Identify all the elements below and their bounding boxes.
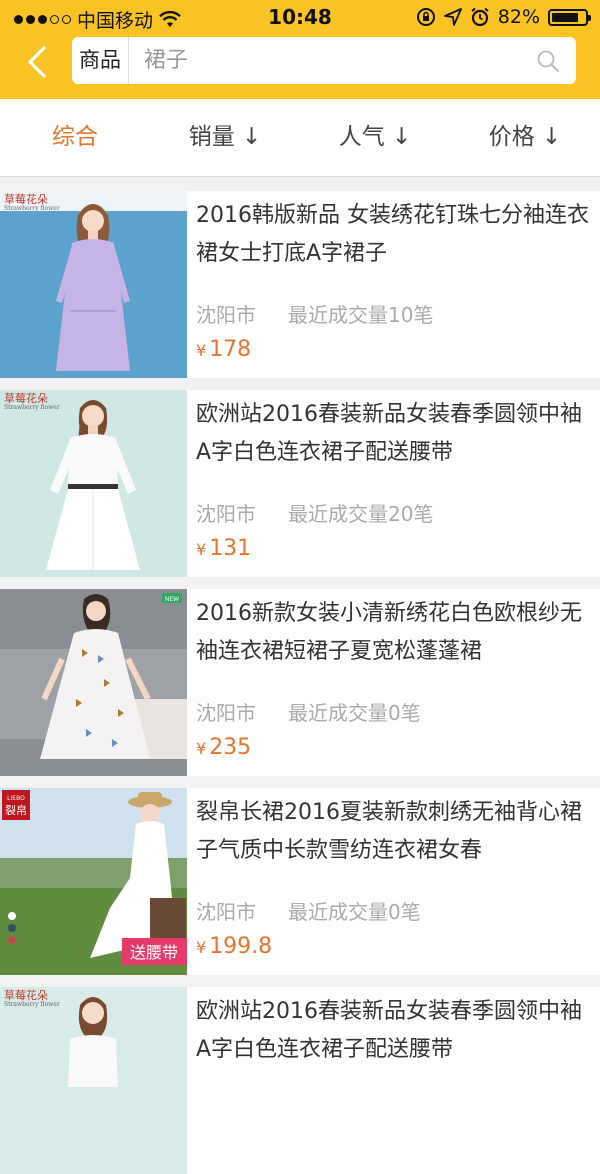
location-arrow-icon [443, 8, 462, 26]
product-sales: 最近成交量0笔 [288, 701, 421, 725]
product-title: 2016韩版新品 女装绣花钉珠七分袖连衣裙女士打底A字裙子 [196, 203, 589, 266]
product-price: ¥178 [196, 337, 252, 362]
product-item[interactable]: 草莓花朵 Strawberry flower 欧洲站2016春装新品女装春季圆领… [0, 390, 600, 577]
battery-icon [548, 8, 591, 26]
product-item[interactable]: 草莓花朵 Strawberry flower 欧洲站2016春装新品女装春季圆领… [0, 987, 600, 1174]
promo-badge: 送腰带 [130, 943, 178, 962]
search-input[interactable] [144, 45, 504, 75]
product-item[interactable]: NEW 2016新款女装小清新绣花白色欧根纱无袖连衣裙短裙子夏宽松蓬蓬裙 沈阳市… [0, 589, 600, 776]
product-title: 欧洲站2016春装新品女装春季圆领中袖A字白色连衣裙子配送腰带 [196, 402, 582, 465]
alarm-icon [471, 7, 489, 27]
sort-tab-default[interactable]: 综合 [0, 99, 150, 176]
product-image[interactable]: 草莓花朵 Strawberry flower [0, 987, 187, 1174]
top-bar: 中国移动 10:48 82% 商品 裙子 [0, 0, 600, 99]
brand-logo-sub: Strawberry flower [4, 1001, 60, 1008]
sort-tab-popularity[interactable]: 人气 ↓ [300, 99, 450, 176]
status-bar: 中国移动 10:48 82% [0, 0, 600, 34]
chevron-left-icon [28, 46, 46, 78]
product-price: ¥235 [196, 735, 252, 760]
product-location: 沈阳市 [196, 303, 256, 327]
rotation-lock-icon [416, 8, 435, 26]
product-item[interactable]: LIEBO 裂帛 送腰带 裂帛长裙2016夏装新款刺绣无袖背心裙子气质中长款雪纺… [0, 788, 600, 975]
brand-logo-sub: Strawberry flower [4, 404, 60, 411]
product-location: 沈阳市 [196, 502, 256, 526]
magnifier-icon[interactable] [536, 49, 560, 73]
product-title: 2016新款女装小清新绣花白色欧根纱无袖连衣裙短裙子夏宽松蓬蓬裙 [196, 601, 582, 664]
sort-bar: 综合 销量 ↓ 人气 ↓ 价格 ↓ [0, 99, 600, 177]
sort-tab-price[interactable]: 价格 ↓ [450, 99, 600, 176]
product-item[interactable]: 草莓花朵 Strawberry flower 2016韩版新品 女装绣花钉珠七分… [0, 191, 600, 378]
product-location: 沈阳市 [196, 900, 256, 924]
product-sales: 最近成交量10笔 [288, 303, 434, 327]
product-image[interactable]: 草莓花朵 Strawberry flower [0, 390, 187, 577]
product-image[interactable]: LIEBO 裂帛 送腰带 [0, 788, 187, 975]
brand-logo: 裂帛 [5, 803, 27, 817]
new-badge: NEW [165, 596, 179, 603]
product-image[interactable]: 草莓花朵 Strawberry flower [0, 191, 187, 378]
sort-tab-sales[interactable]: 销量 ↓ [150, 99, 300, 176]
product-price: ¥199.8 [196, 934, 273, 959]
brand-logo-sub: Strawberry flower [4, 205, 60, 212]
product-title: 欧洲站2016春装新品女装春季圆领中袖A字白色连衣裙子配送腰带 [196, 999, 582, 1062]
battery-percent: 82% [497, 6, 540, 28]
product-title: 裂帛长裙2016夏装新款刺绣无袖背心裙子气质中长款雪纺连衣裙女春 [196, 800, 582, 863]
product-location: 沈阳市 [196, 701, 256, 725]
search-category-selector[interactable]: 商品 [72, 37, 129, 84]
product-sales: 最近成交量20笔 [288, 502, 434, 526]
product-image[interactable]: NEW [0, 589, 187, 776]
brand-logo-sub: LIEBO [7, 795, 25, 802]
back-button[interactable] [20, 42, 60, 82]
search-box: 商品 [72, 37, 576, 84]
product-sales: 最近成交量0笔 [288, 900, 421, 924]
product-price: ¥131 [196, 536, 252, 561]
